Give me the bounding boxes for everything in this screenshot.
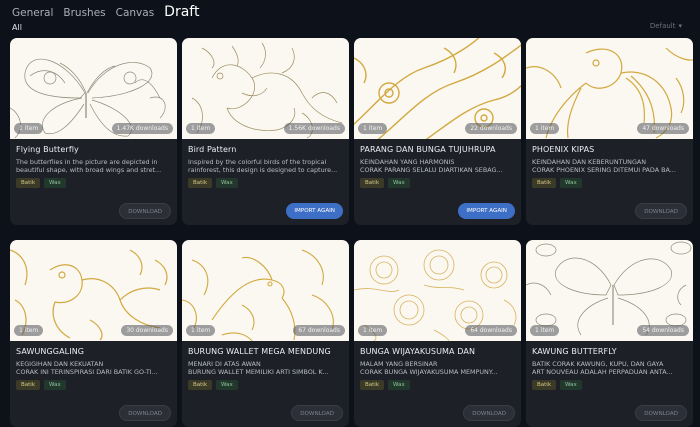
download-button[interactable]: DOWNLOAD bbox=[119, 203, 171, 219]
tag-batik: Batik bbox=[360, 380, 385, 390]
download-button[interactable]: DOWNLOAD bbox=[463, 405, 515, 421]
draft-card[interactable]: 1 item 30 downloads SAWUNGGALING KEGIGIH… bbox=[10, 240, 177, 427]
draft-card[interactable]: 1 item 64 downloads BUNGA WIJAYAKUSUMA D… bbox=[354, 240, 521, 427]
pattern-thumbnail[interactable]: 1 item 22 downloads bbox=[354, 38, 521, 139]
card-description: KEGIGIHAN DAN KEKUATAN CORAK INI TERINSP… bbox=[16, 360, 158, 376]
pattern-thumbnail[interactable]: 1 item 54 downloads bbox=[526, 240, 693, 341]
tag-batik: Batik bbox=[16, 178, 41, 188]
download-count-badge: 54 downloads bbox=[637, 325, 689, 336]
chevron-down-icon: ▾ bbox=[678, 22, 682, 30]
tag-batik: Batik bbox=[360, 178, 385, 188]
card-title: PARANG DAN BUNGA TUJUHRUPA bbox=[360, 145, 496, 154]
card-description: Inspired by the colorful birds of the tr… bbox=[188, 158, 338, 174]
tag-batik: Batik bbox=[16, 380, 41, 390]
download-button[interactable]: DOWNLOAD bbox=[635, 203, 687, 219]
card-title: BURUNG WALLET MEGA MENDUNG bbox=[188, 347, 331, 356]
card-title: SAWUNGGALING bbox=[16, 347, 85, 356]
card-description: KEINDAHAN DAN KEBERUNTUNGAN CORAK PHOENI… bbox=[532, 158, 676, 174]
download-count-badge: 30 downloads bbox=[121, 325, 173, 336]
item-count-badge: 1 item bbox=[530, 325, 560, 336]
pattern-thumbnail[interactable]: 1 item 67 downloads bbox=[182, 240, 349, 341]
tag-wax: Wax bbox=[44, 380, 66, 390]
item-count-badge: 1 item bbox=[186, 325, 216, 336]
pattern-thumbnail[interactable]: 1 item 1.47K downloads bbox=[10, 38, 177, 139]
download-count-badge: 22 downloads bbox=[465, 123, 517, 134]
card-description: The butterflies in the picture are depic… bbox=[16, 158, 162, 174]
download-count-badge: 67 downloads bbox=[293, 325, 345, 336]
card-title: Bird Pattern bbox=[188, 145, 237, 154]
card-description: BATIK CORAK KAWUNG, KUPU, DAN GAYA ART N… bbox=[532, 360, 673, 376]
pattern-thumbnail[interactable]: 1 item 47 downloads bbox=[526, 38, 693, 139]
category-tabs: General Brushes Canvas Draft bbox=[12, 4, 199, 20]
item-count-badge: 1 item bbox=[186, 123, 216, 134]
tag-wax: Wax bbox=[388, 178, 410, 188]
card-title: BUNGA WIJAYAKUSUMA DAN bbox=[360, 347, 476, 356]
sort-dropdown[interactable]: Default ▾ bbox=[650, 22, 682, 30]
pattern-thumbnail[interactable]: 1 item 1.56K downloads bbox=[182, 38, 349, 139]
download-count-badge: 1.47K downloads bbox=[111, 123, 173, 134]
pattern-thumbnail[interactable]: 1 item 64 downloads bbox=[354, 240, 521, 341]
card-title: KAWUNG BUTTERFLY bbox=[532, 347, 617, 356]
tag-wax: Wax bbox=[560, 380, 582, 390]
tag-wax: Wax bbox=[388, 380, 410, 390]
draft-card[interactable]: 1 item 1.56K downloads Bird Pattern Insp… bbox=[182, 38, 349, 225]
card-title: PHOENIX KIPAS bbox=[532, 145, 595, 154]
draft-card[interactable]: 1 item 22 downloads PARANG DAN BUNGA TUJ… bbox=[354, 38, 521, 225]
download-count-badge: 1.56K downloads bbox=[283, 123, 345, 134]
tag-batik: Batik bbox=[532, 178, 557, 188]
tag-wax: Wax bbox=[560, 178, 582, 188]
card-description: MALAM YANG BERSINAR CORAK BUNGA WIJAYAKU… bbox=[360, 360, 498, 376]
filter-all[interactable]: All bbox=[12, 23, 22, 32]
download-count-badge: 64 downloads bbox=[465, 325, 517, 336]
item-count-badge: 1 item bbox=[358, 123, 388, 134]
tag-batik: Batik bbox=[188, 380, 213, 390]
draft-card[interactable]: 1 item 47 downloads PHOENIX KIPAS KEINDA… bbox=[526, 38, 693, 225]
tab-canvas[interactable]: Canvas bbox=[116, 7, 155, 19]
card-description: KEINDAHAN YANG HARMONIS CORAK PARANG SEL… bbox=[360, 158, 503, 174]
draft-card[interactable]: 1 item 67 downloads BURUNG WALLET MEGA M… bbox=[182, 240, 349, 427]
pattern-thumbnail[interactable]: 1 item 30 downloads bbox=[10, 240, 177, 341]
tag-wax: Wax bbox=[44, 178, 66, 188]
item-count-badge: 1 item bbox=[14, 123, 44, 134]
item-count-badge: 1 item bbox=[14, 325, 44, 336]
download-button[interactable]: DOWNLOAD bbox=[291, 405, 343, 421]
item-count-badge: 1 item bbox=[530, 123, 560, 134]
download-count-badge: 47 downloads bbox=[637, 123, 689, 134]
top-bar: General Brushes Canvas Draft All Default… bbox=[0, 0, 700, 40]
tag-wax: Wax bbox=[216, 178, 238, 188]
tab-brushes[interactable]: Brushes bbox=[63, 7, 105, 19]
tab-general[interactable]: General bbox=[12, 7, 53, 19]
download-button[interactable]: DOWNLOAD bbox=[635, 405, 687, 421]
import-again-button[interactable]: IMPORT AGAIN bbox=[458, 203, 515, 219]
download-button[interactable]: DOWNLOAD bbox=[119, 405, 171, 421]
tab-draft[interactable]: Draft bbox=[164, 4, 199, 20]
card-description: MENARI DI ATAS AWAN BURUNG WALLET MEMILI… bbox=[188, 360, 329, 376]
item-count-badge: 1 item bbox=[358, 325, 388, 336]
sort-label: Default bbox=[649, 22, 676, 30]
tag-wax: Wax bbox=[216, 380, 238, 390]
draft-grid: 1 item 1.47K downloads Flying Butterfly … bbox=[10, 38, 693, 427]
draft-card[interactable]: 1 item 1.47K downloads Flying Butterfly … bbox=[10, 38, 177, 225]
draft-card[interactable]: 1 item 54 downloads KAWUNG BUTTERFLY BAT… bbox=[526, 240, 693, 427]
import-again-button[interactable]: IMPORT AGAIN bbox=[286, 203, 343, 219]
tag-batik: Batik bbox=[532, 380, 557, 390]
card-title: Flying Butterfly bbox=[16, 145, 79, 154]
tag-batik: Batik bbox=[188, 178, 213, 188]
